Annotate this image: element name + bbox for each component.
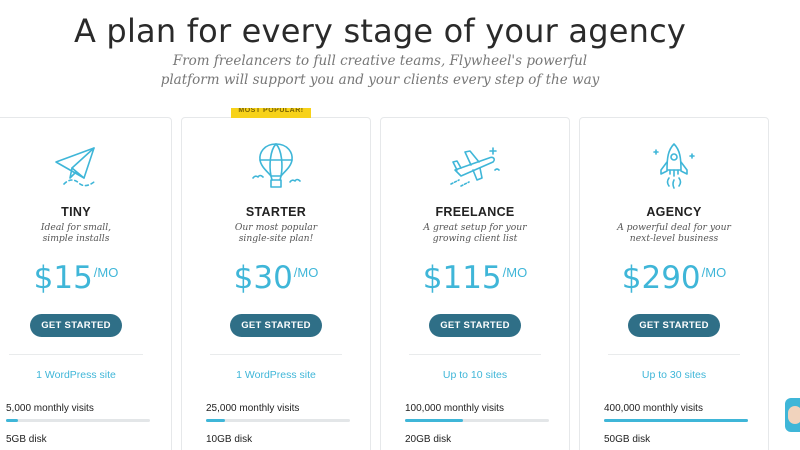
plan-description-line: next-level business xyxy=(629,233,719,244)
paper-plane-icon xyxy=(50,140,102,192)
subtitle-line-2: platform will support you and your clien… xyxy=(160,72,600,88)
plan-name: STARTER xyxy=(245,205,307,219)
visits-bar xyxy=(604,419,748,422)
monthly-visits: 100,000 monthly visits xyxy=(405,403,504,414)
price-unit: /MO xyxy=(93,265,119,280)
get-started-button[interactable]: GET STARTED xyxy=(429,314,521,337)
visits-bar-fill xyxy=(206,419,225,422)
price-amount: $290 xyxy=(621,260,701,296)
plan-description: Ideal for small, simple installs xyxy=(1,222,151,244)
plan-description-line: single-site plan! xyxy=(238,233,314,244)
plan-price: $115/MO xyxy=(381,260,569,296)
chat-avatar-icon[interactable] xyxy=(785,398,800,432)
price-amount: $115 xyxy=(422,260,502,296)
plan-description: A powerful deal for your next-level busi… xyxy=(600,222,748,244)
plan-name: AGENCY xyxy=(646,205,702,219)
price-amount: $15 xyxy=(33,260,93,296)
monthly-visits: 25,000 monthly visits xyxy=(206,403,300,414)
disk-size: 50GB disk xyxy=(604,434,651,445)
sites-link[interactable]: 1 WordPress site xyxy=(182,369,370,381)
divider xyxy=(210,354,342,355)
disk-size: 20GB disk xyxy=(405,434,452,445)
plan-card-starter: STARTER Our most popular single-site pla… xyxy=(181,117,371,450)
visits-bar xyxy=(206,419,350,422)
visits-bar xyxy=(6,419,150,422)
plan-description-line: Our most popular xyxy=(234,222,318,233)
airplane-icon xyxy=(449,140,501,192)
plan-name: FREELANCE xyxy=(435,205,515,219)
plan-price: $15/MO xyxy=(0,260,171,296)
subtitle-line-1: From freelancers to full creative teams,… xyxy=(172,53,588,69)
plan-description-line: A great setup for your xyxy=(423,222,527,233)
avatar xyxy=(788,406,800,424)
plan-price: $30/MO xyxy=(182,260,370,296)
plan-description-line: Ideal for small, xyxy=(40,222,112,233)
visits-bar-fill xyxy=(604,419,748,422)
plan-card-tiny: TINY Ideal for small, simple installs $1… xyxy=(0,117,172,450)
visits-bar-fill xyxy=(405,419,463,422)
most-popular-ribbon: MOST POPULAR! xyxy=(231,108,311,118)
hot-air-balloon-icon xyxy=(250,140,302,192)
plan-description-line: growing client list xyxy=(432,233,518,244)
page-title: A plan for every stage of your agency xyxy=(73,12,687,50)
get-started-button[interactable]: GET STARTED xyxy=(230,314,322,337)
visits-bar xyxy=(405,419,549,422)
price-amount: $30 xyxy=(233,260,293,296)
visits-bar-fill xyxy=(6,419,18,422)
divider xyxy=(409,354,541,355)
plan-card-agency: AGENCY A powerful deal for your next-lev… xyxy=(579,117,769,450)
price-unit: /MO xyxy=(701,265,727,280)
price-unit: /MO xyxy=(502,265,528,280)
plan-description-line: simple installs xyxy=(42,233,110,244)
plan-price: $290/MO xyxy=(580,260,768,296)
divider xyxy=(608,354,740,355)
plan-description-line: A powerful deal for your xyxy=(617,222,731,233)
page-subtitle: From freelancers to full creative teams,… xyxy=(0,52,760,90)
plan-description: Our most popular single-site plan! xyxy=(202,222,350,244)
rocket-icon xyxy=(648,140,700,192)
sites-link[interactable]: 1 WordPress site xyxy=(0,369,171,381)
disk-size: 5GB disk xyxy=(6,434,47,445)
monthly-visits: 5,000 monthly visits xyxy=(6,403,94,414)
divider xyxy=(9,354,143,355)
get-started-button[interactable]: GET STARTED xyxy=(30,314,122,337)
plan-name: TINY xyxy=(61,205,91,219)
sites-link[interactable]: Up to 30 sites xyxy=(580,369,768,381)
disk-size: 10GB disk xyxy=(206,434,253,445)
get-started-button[interactable]: GET STARTED xyxy=(628,314,720,337)
monthly-visits: 400,000 monthly visits xyxy=(604,403,703,414)
price-unit: /MO xyxy=(293,265,319,280)
plan-card-freelance: FREELANCE A great setup for your growing… xyxy=(380,117,570,450)
sites-link[interactable]: Up to 10 sites xyxy=(381,369,569,381)
ribbon-label: MOST POPULAR! xyxy=(238,108,304,114)
plan-description: A great setup for your growing client li… xyxy=(401,222,549,244)
